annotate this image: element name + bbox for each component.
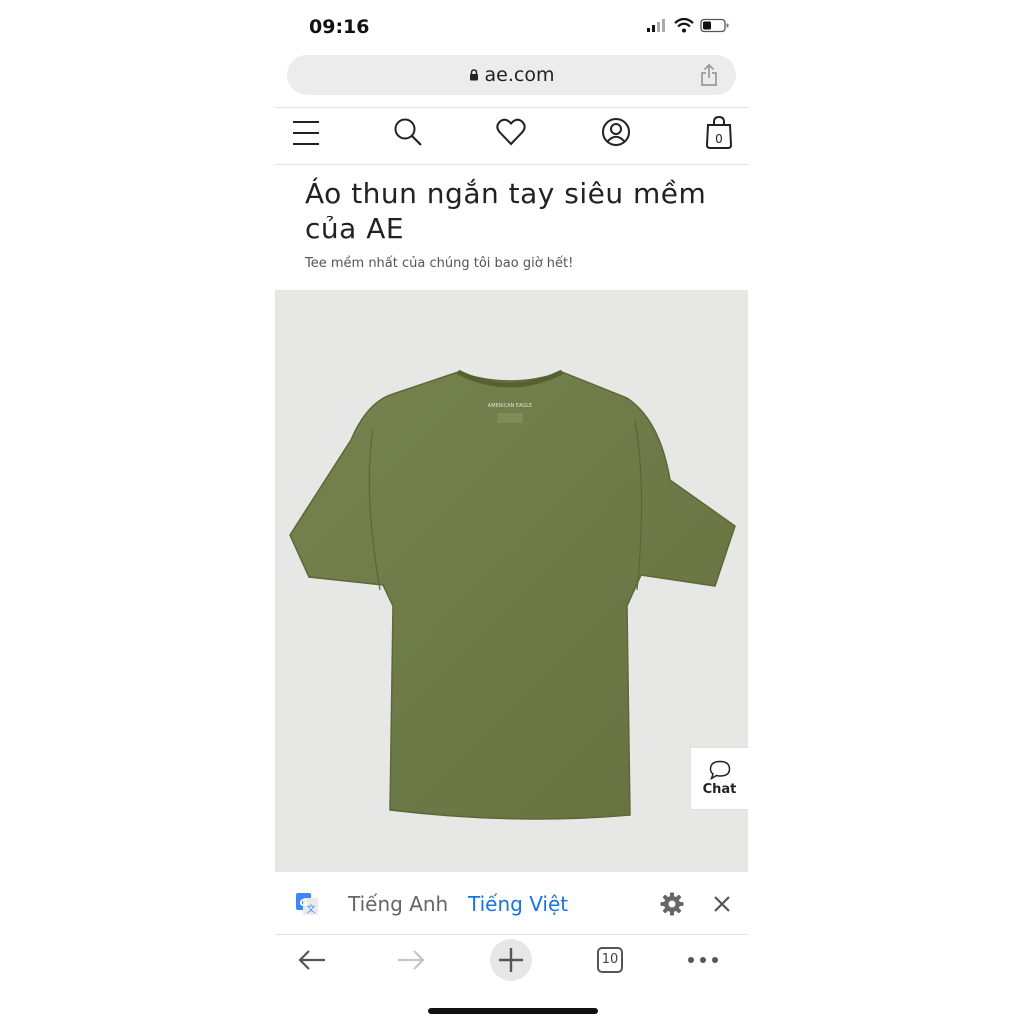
nav-divider	[275, 164, 748, 165]
product-subtitle: Tee mềm nhất của chúng tôi bao giờ hết!	[305, 256, 574, 271]
chat-label: Chat	[702, 782, 737, 797]
home-indicator[interactable]	[428, 1008, 598, 1014]
header-divider	[275, 107, 748, 108]
close-icon[interactable]	[713, 895, 731, 913]
svg-text:AMERICAN EAGLE: AMERICAN EAGLE	[488, 403, 532, 409]
chat-button[interactable]: Chat	[690, 747, 748, 810]
battery-icon	[700, 18, 729, 33]
wifi-icon	[674, 18, 694, 33]
status-time: 09:16	[309, 16, 370, 38]
forward-arrow-icon[interactable]	[396, 948, 426, 972]
new-tab-button[interactable]	[490, 939, 532, 981]
target-language-tab[interactable]: Tiếng Việt	[468, 892, 568, 916]
chat-bubble-icon	[709, 760, 730, 780]
account-icon[interactable]	[601, 117, 631, 147]
cart-button[interactable]: 0	[704, 115, 734, 151]
status-icons	[646, 18, 730, 33]
share-icon[interactable]	[700, 64, 718, 86]
translate-bar: G 文 Tiếng Anh Tiếng Việt	[275, 873, 748, 935]
url-bar[interactable]: ae.com	[287, 55, 736, 95]
cellular-signal-icon	[647, 18, 665, 32]
plus-icon	[499, 948, 523, 972]
source-language-tab[interactable]: Tiếng Anh	[348, 892, 448, 916]
back-arrow-icon[interactable]	[297, 948, 327, 972]
more-options-icon[interactable]	[687, 956, 719, 964]
tshirt-image: AMERICAN EAGLE	[289, 369, 736, 820]
product-image[interactable]: AMERICAN EAGLE Chat	[275, 290, 748, 872]
phone-screen: 09:16 ae.com 0 Áo thun ngắn tay siêu mềm…	[275, 0, 748, 1024]
heart-icon[interactable]	[496, 118, 526, 146]
svg-text:文: 文	[306, 903, 315, 915]
gear-icon[interactable]	[660, 892, 684, 916]
product-title: Áo thun ngắn tay siêu mềm của AE	[305, 177, 707, 245]
cart-count: 0	[715, 132, 723, 146]
url-text: ae.com	[484, 64, 555, 86]
browser-toolbar: 10	[275, 936, 748, 986]
lock-icon	[469, 69, 478, 81]
google-translate-icon: G 文	[296, 893, 318, 915]
menu-icon[interactable]	[292, 120, 320, 146]
search-icon[interactable]	[393, 117, 423, 147]
site-nav: 0	[275, 112, 748, 154]
toolbar-divider	[275, 934, 748, 935]
tab-count-button[interactable]: 10	[597, 947, 623, 973]
